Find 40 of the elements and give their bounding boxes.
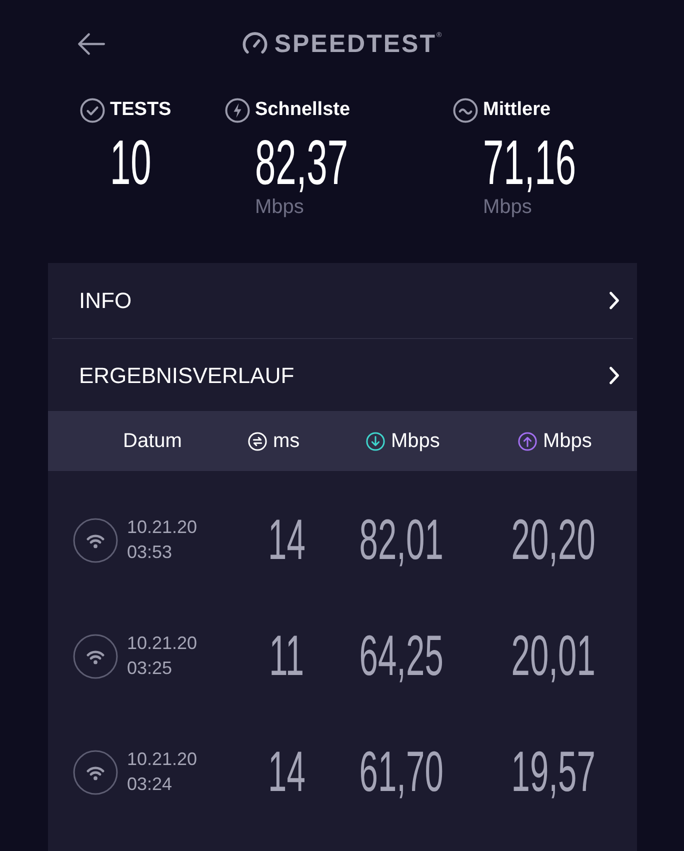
wave-circle-icon: [453, 98, 478, 122]
upload-value: 20,20: [510, 512, 596, 568]
ping-value: 11: [270, 628, 304, 684]
ping-value: 14: [268, 512, 306, 568]
unit-label: Mbps: [483, 196, 532, 218]
chevron-right-icon: [608, 366, 620, 384]
check-circle-icon: [80, 98, 105, 122]
column-header: Mbps: [391, 429, 440, 454]
time-text: 03:24: [127, 773, 174, 796]
ping-arrows-icon: [248, 432, 267, 450]
stat-label: TESTS: [110, 98, 172, 122]
back-arrow-icon: [77, 32, 105, 56]
menu-item[interactable]: INFO: [48, 263, 637, 338]
date-text: 10.21.20: [127, 632, 198, 655]
upload-value: 20,01: [510, 628, 596, 684]
wifi-icon: [73, 518, 118, 562]
unit-label: Mbps: [255, 196, 304, 218]
wifi-icon: [73, 634, 118, 678]
lightning-bolt-icon: [225, 98, 250, 122]
stat-value: 82,37: [255, 132, 348, 195]
stat-label: Mittlere: [483, 98, 551, 122]
date-text: 10.21.20: [127, 516, 198, 539]
chevron-right-icon: [608, 291, 620, 310]
time-text: 03:53: [127, 541, 174, 564]
download-value: 64,25: [358, 628, 444, 684]
date-text: 10.21.20: [127, 748, 198, 771]
menu-item[interactable]: ERGEBNISVERLAUF: [48, 339, 637, 411]
column-header: Datum: [123, 429, 182, 454]
stat-value: 71,16: [483, 132, 576, 195]
upload-value: 19,57: [510, 744, 596, 800]
download-value: 61,70: [358, 744, 444, 800]
download-value: 82,01: [358, 512, 444, 568]
wifi-icon: [73, 750, 118, 794]
stat-value: 10: [110, 132, 152, 195]
stat-label: Schnellste: [255, 98, 350, 122]
column-header: ms: [273, 429, 300, 454]
column-header: Mbps: [543, 429, 592, 454]
time-text: 03:25: [127, 657, 174, 680]
logo-text: SPEEDTEST: [274, 32, 436, 56]
ping-value: 14: [268, 744, 306, 800]
